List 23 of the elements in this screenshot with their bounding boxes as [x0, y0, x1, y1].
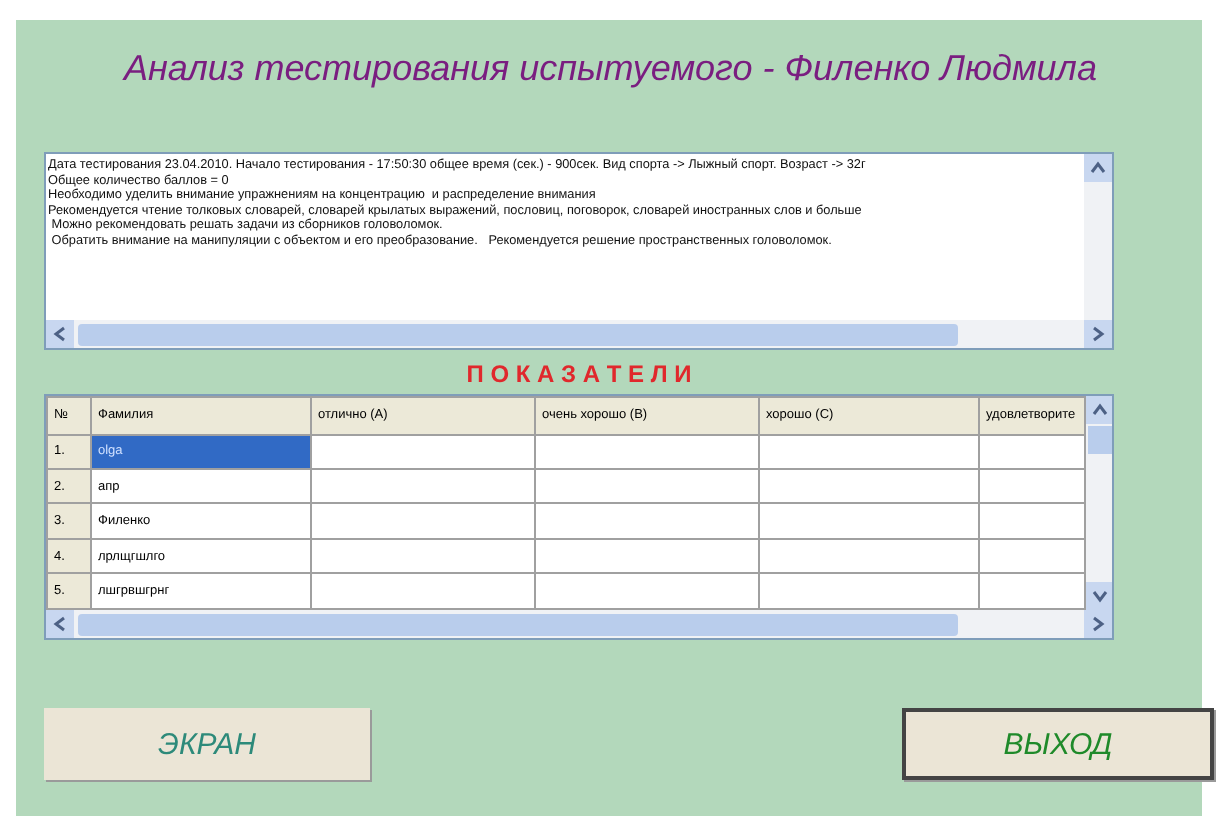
scrollbar-thumb[interactable]: [78, 613, 958, 635]
table-cell[interactable]: [535, 503, 759, 539]
table-cell[interactable]: [311, 469, 535, 504]
table-cell[interactable]: [759, 434, 979, 469]
scrollbar-thumb[interactable]: [78, 323, 958, 345]
table-cell[interactable]: [311, 434, 535, 469]
horizontal-scrollbar[interactable]: [46, 610, 1112, 638]
table-cell[interactable]: [759, 469, 979, 504]
vertical-scrollbar[interactable]: [1086, 396, 1112, 610]
exit-button[interactable]: ВЫХОД: [902, 708, 1214, 780]
table-cell[interactable]: [311, 538, 535, 574]
vertical-scrollbar[interactable]: [1084, 154, 1112, 320]
table-cell[interactable]: [535, 434, 759, 469]
table-cell[interactable]: [311, 503, 535, 539]
report-text-area[interactable]: [44, 152, 1114, 350]
window-title: Анализ тестирования испытуемого - Филенко Людмила: [124, 48, 1099, 92]
table-cell[interactable]: [535, 538, 759, 574]
horizontal-scrollbar[interactable]: [46, 320, 1112, 348]
table-cell[interactable]: [535, 469, 759, 504]
section-title: П О К А З А Т Е Л И: [464, 360, 694, 388]
table-cell[interactable]: [759, 503, 979, 539]
table-cell[interactable]: [759, 538, 979, 574]
scrollbar-thumb[interactable]: [1088, 426, 1112, 454]
